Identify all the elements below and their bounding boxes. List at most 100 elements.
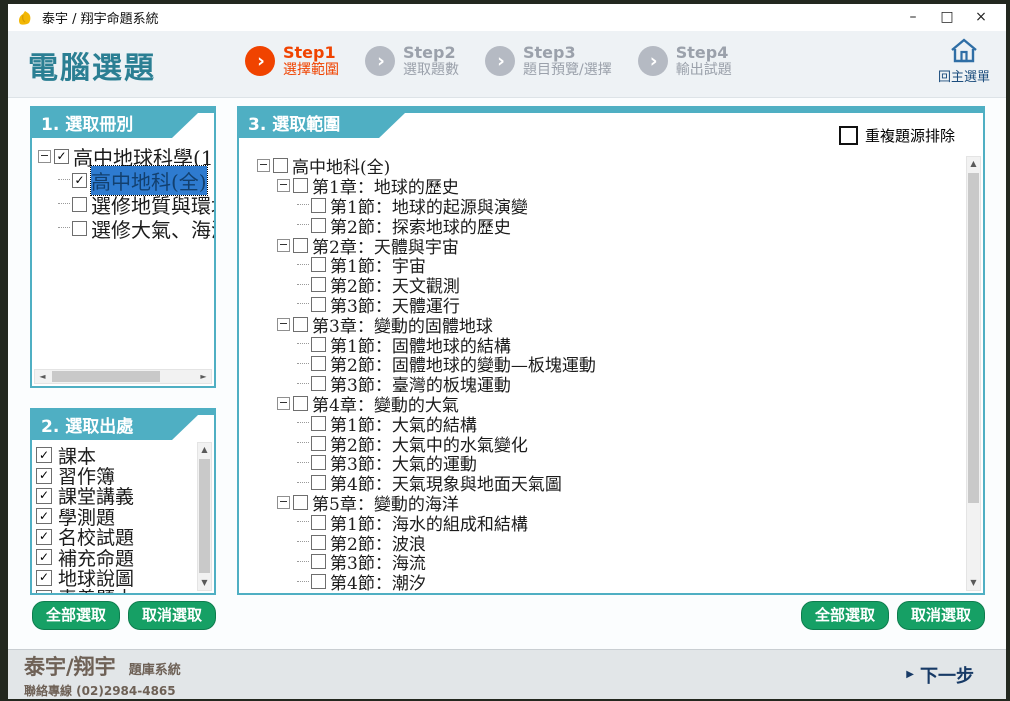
select-all-button[interactable]: 全部選取 [32,601,120,630]
expander-minus-icon[interactable] [277,179,290,192]
scroll-right-icon[interactable]: ► [196,370,211,384]
scroll-down-icon[interactable]: ▼ [967,576,980,590]
scrollbar-thumb[interactable] [968,173,979,503]
maximize-button[interactable]: □ [930,4,964,31]
tree-connector [58,227,70,229]
panel-source-select-title: 2. 選取出處 [32,415,198,440]
tree-item[interactable]: ✓高中地球科學(108課綱) [34,144,212,168]
expander-minus-icon[interactable] [277,239,290,252]
source-buttons: 全部選取 取消選取 [30,601,216,630]
checkbox[interactable]: ✓ [36,468,52,484]
select-all-button[interactable]: 全部選取 [801,601,889,630]
checkbox[interactable]: ✓ [36,508,52,524]
checkbox[interactable]: ✓ [36,447,52,463]
tree-connector [297,561,309,563]
brand-name: 泰宇/翔宇 [24,655,116,679]
tree-item-label[interactable]: 第4節：潮汐 [330,569,426,594]
expander-minus-icon[interactable] [257,159,270,172]
horizontal-scrollbar[interactable]: ◄ ► [34,369,212,384]
expander-minus-icon[interactable] [277,397,290,410]
checkbox[interactable] [311,218,326,233]
app-window: 泰宇 / 翔宇命題系統 – □ × 電腦選題 ›Step1選擇範圍›Step2選… [8,4,1006,699]
checkbox[interactable] [311,475,326,490]
deselect-button[interactable]: 取消選取 [897,601,985,630]
scroll-up-icon[interactable]: ▲ [967,157,980,171]
brand-suffix: 題庫系統 [129,663,181,678]
tree-item[interactable]: 選修大氣、海洋 [34,216,212,240]
checkbox[interactable] [311,356,326,371]
checkbox[interactable]: ✓ [36,549,52,565]
checkbox[interactable] [311,277,326,292]
tree-connector [297,343,309,345]
panel-book-select: 1. 選取冊別 ✓高中地球科學(108課綱)✓高中地科(全)選修地質與環境選修大… [30,106,216,388]
checkbox[interactable] [311,257,326,272]
checkbox[interactable] [311,198,326,213]
scrollbar-thumb[interactable] [199,459,210,573]
list-item[interactable]: ✓素養題本 [36,588,212,595]
checkbox[interactable]: ✓ [36,590,52,595]
expander-minus-icon[interactable] [38,150,51,163]
list-item-label[interactable]: 素養題本 [58,584,134,595]
tree-connector [297,204,309,206]
checkbox[interactable]: ✓ [36,529,52,545]
checkbox[interactable] [311,554,326,569]
step-arrow-icon: › [245,46,275,76]
next-step-label: 下一步 [920,662,974,688]
checkbox[interactable] [311,455,326,470]
checkbox[interactable]: ✓ [36,570,52,586]
step-text: Step4輸出試題 [676,43,732,79]
scroll-left-icon[interactable]: ◄ [35,370,50,384]
expander-minus-icon[interactable] [277,318,290,331]
checkbox[interactable] [72,221,87,236]
main-area: 1. 選取冊別 ✓高中地球科學(108課綱)✓高中地科(全)選修地質與環境選修大… [8,98,1006,649]
checkbox[interactable] [293,396,308,411]
checkbox[interactable] [293,178,308,193]
checkbox[interactable] [311,574,326,589]
scroll-down-icon[interactable]: ▼ [198,576,211,590]
vertical-scrollbar[interactable]: ▲ ▼ [966,156,981,591]
dedupe-option[interactable]: 重複題源排除 [839,125,955,146]
tree-connector [297,442,309,444]
page-title: 電腦選題 [28,43,156,87]
tree-item[interactable]: ✓高中地科(全) [34,168,212,192]
step-step4: ›Step4輸出試題 [638,43,732,79]
deselect-button[interactable]: 取消選取 [128,601,216,630]
expander-minus-icon[interactable] [277,496,290,509]
scroll-up-icon[interactable]: ▲ [198,443,211,457]
tree-connector [58,203,70,205]
checkbox[interactable] [311,297,326,312]
dedupe-checkbox[interactable] [839,126,858,145]
minimize-button[interactable]: – [896,4,930,31]
close-button[interactable]: × [964,4,998,31]
checkbox[interactable] [273,158,288,173]
checkbox[interactable] [311,535,326,550]
checkbox[interactable] [293,238,308,253]
tree-connector [297,422,309,424]
scrollbar-thumb[interactable] [52,371,160,382]
tree-item-label[interactable]: 選修大氣、海洋 [91,214,216,243]
checkbox[interactable] [311,436,326,451]
tree-connector [58,179,70,181]
header: 電腦選題 ›Step1選擇範圍›Step2選取題數›Step3題目預覽/選擇›S… [8,31,1006,98]
step-text: Step3題目預覽/選擇 [523,43,612,79]
checkbox[interactable] [311,337,326,352]
checkbox[interactable]: ✓ [54,149,69,164]
step-text: Step2選取題數 [403,43,459,79]
window-controls: – □ × [896,4,998,31]
vertical-scrollbar[interactable]: ▲ ▼ [197,442,212,591]
checkbox[interactable] [311,376,326,391]
tree-connector [297,581,309,583]
tree-item[interactable]: 選修地質與環境 [34,192,212,216]
home-button[interactable]: 回主選單 [934,37,994,85]
checkbox[interactable] [311,515,326,530]
next-step-button[interactable]: ▶ 下一步 [906,662,974,688]
checkbox[interactable] [311,416,326,431]
step-label: 輸出試題 [676,62,732,79]
tree-item[interactable]: 第4節：潮汐 [253,572,981,592]
source-list: ✓課本✓習作簿✓課堂講義✓學測題✓名校試題✓補充命題✓地球說圖✓素養題本 [32,440,214,595]
checkbox[interactable] [72,197,87,212]
checkbox[interactable]: ✓ [72,173,87,188]
checkbox[interactable] [293,495,308,510]
checkbox[interactable] [293,317,308,332]
checkbox[interactable]: ✓ [36,488,52,504]
